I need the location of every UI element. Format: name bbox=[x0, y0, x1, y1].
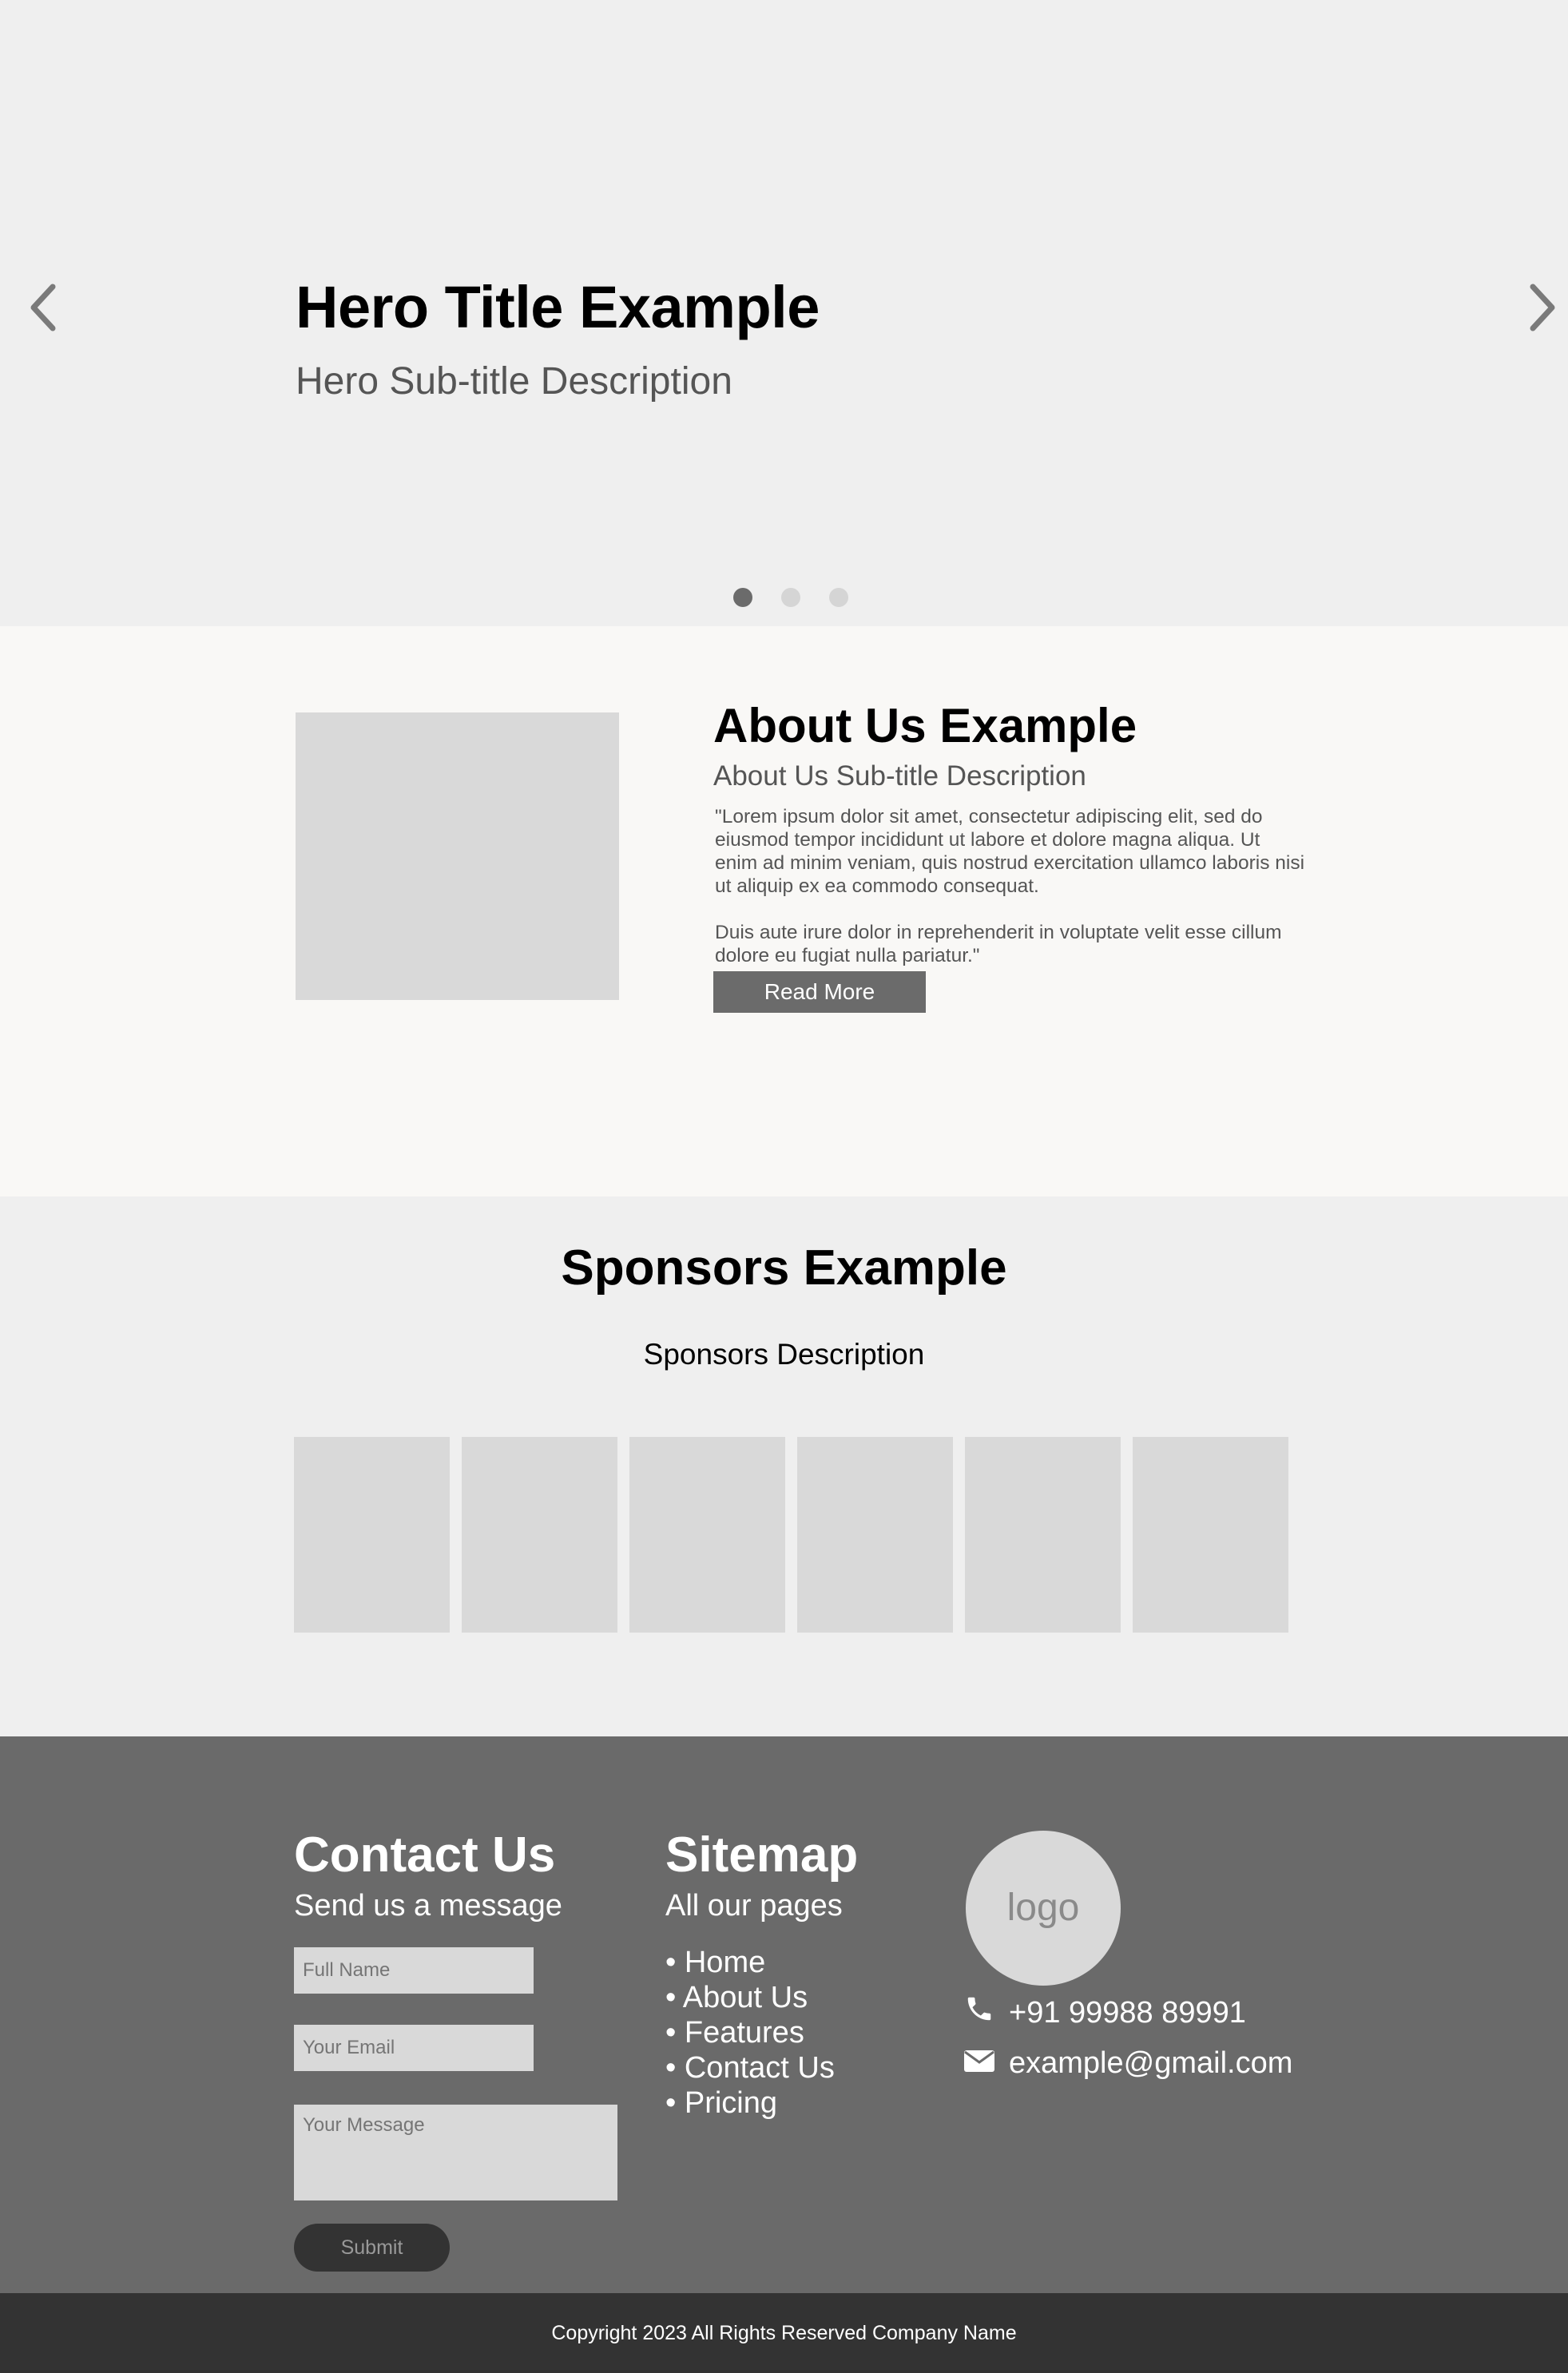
carousel-dots bbox=[733, 588, 848, 607]
email-address[interactable]: example@gmail.com bbox=[1009, 2046, 1292, 2081]
sitemap-link-home[interactable]: • Home bbox=[665, 1945, 835, 1980]
contact-subtitle: Send us a message bbox=[294, 1889, 562, 1923]
envelope-icon bbox=[964, 2046, 1009, 2081]
sitemap-subtitle: All our pages bbox=[665, 1889, 843, 1923]
sponsor-logo-placeholder bbox=[1133, 1437, 1288, 1633]
about-title: About Us Example bbox=[713, 699, 1137, 752]
sponsor-logo-placeholder bbox=[294, 1437, 450, 1633]
sitemap-link-pricing[interactable]: • Pricing bbox=[665, 2085, 835, 2121]
message-textarea[interactable] bbox=[294, 2105, 617, 2200]
full-name-input[interactable] bbox=[294, 1947, 534, 1994]
about-paragraph: "Lorem ipsum dolor sit amet, consectetur… bbox=[715, 806, 1305, 897]
copyright-bar: Copyright 2023 All Rights Reserved Compa… bbox=[0, 2293, 1568, 2373]
sponsors-description: Sponsors Description bbox=[643, 1338, 925, 1371]
carousel-dot[interactable] bbox=[733, 588, 752, 607]
about-subtitle: About Us Sub-title Description bbox=[713, 760, 1086, 792]
chevron-right-icon[interactable] bbox=[1522, 276, 1562, 339]
phone-icon bbox=[964, 1994, 1009, 2032]
carousel-dot[interactable] bbox=[781, 588, 800, 607]
read-more-button[interactable]: Read More bbox=[713, 971, 926, 1013]
submit-button[interactable]: Submit bbox=[294, 2224, 450, 2272]
about-image-placeholder bbox=[296, 712, 619, 1000]
sitemap-title: Sitemap bbox=[665, 1827, 859, 1883]
sitemap-link-features[interactable]: • Features bbox=[665, 2015, 835, 2050]
sitemap-link-about[interactable]: • About Us bbox=[665, 1980, 835, 2015]
hero-subtitle: Hero Sub-title Description bbox=[296, 360, 732, 403]
sponsor-logo-placeholder bbox=[462, 1437, 617, 1633]
carousel-dot[interactable] bbox=[829, 588, 848, 607]
sponsor-logo-placeholder bbox=[629, 1437, 785, 1633]
phone-number[interactable]: +91 99988 89991 bbox=[1009, 1996, 1246, 2030]
phone-line: +91 99988 89991 bbox=[964, 1993, 1246, 2033]
contact-title: Contact Us bbox=[294, 1827, 556, 1883]
sponsors-section: Sponsors Example Sponsors Description bbox=[0, 1196, 1568, 1736]
hero-title: Hero Title Example bbox=[296, 274, 820, 340]
email-line: example@gmail.com bbox=[964, 2043, 1292, 2083]
sitemap-list: • Home • About Us • Features • Contact U… bbox=[665, 1945, 835, 2121]
company-logo: logo bbox=[966, 1831, 1121, 1986]
email-input[interactable] bbox=[294, 2025, 534, 2071]
sponsor-logo-placeholder bbox=[797, 1437, 953, 1633]
sitemap-link-contact[interactable]: • Contact Us bbox=[665, 2050, 835, 2085]
sponsors-title: Sponsors Example bbox=[561, 1240, 1007, 1296]
about-section: About Us Example About Us Sub-title Desc… bbox=[0, 626, 1568, 1196]
about-body: "Lorem ipsum dolor sit amet, consectetur… bbox=[715, 805, 1306, 967]
sponsor-logo-placeholder bbox=[965, 1437, 1121, 1633]
about-paragraph: Duis aute irure dolor in reprehenderit i… bbox=[715, 922, 1282, 966]
hero-section: Hero Title Example Hero Sub-title Descri… bbox=[0, 0, 1568, 626]
chevron-left-icon[interactable] bbox=[24, 276, 64, 339]
